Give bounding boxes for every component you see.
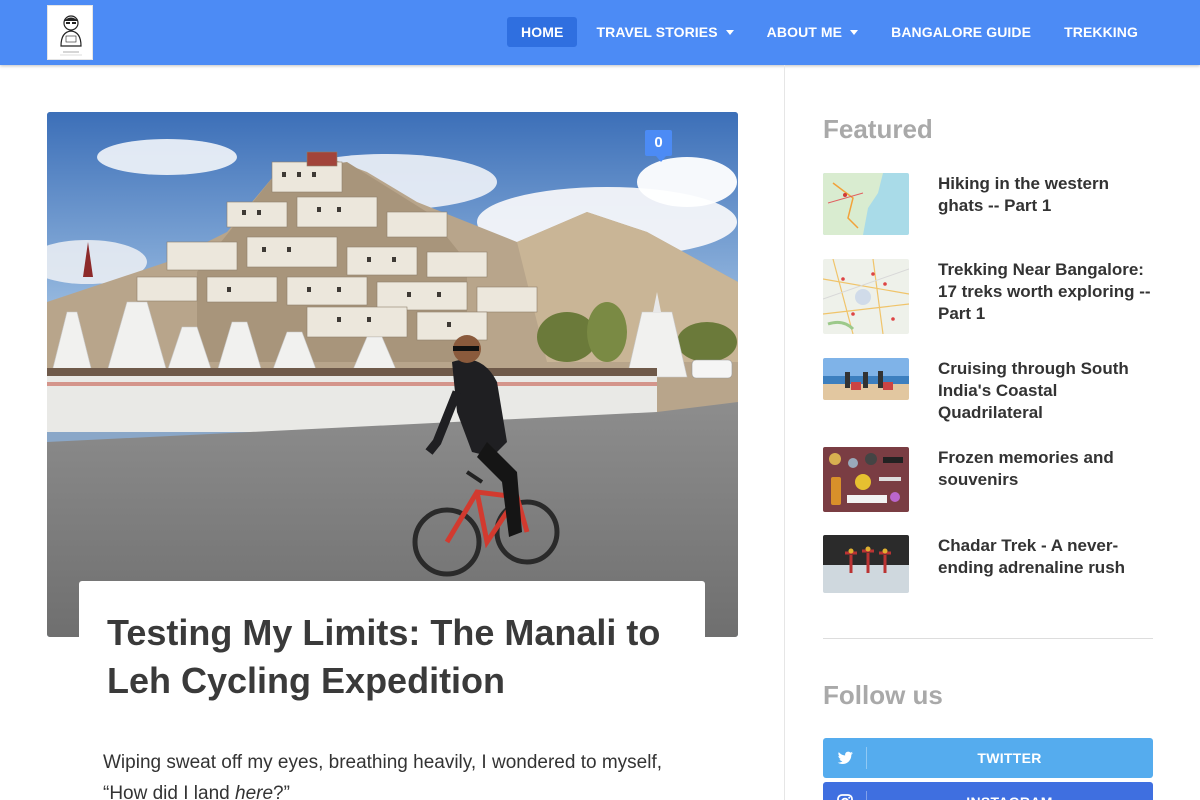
nav-bangalore-guide[interactable]: BANGALORE GUIDE <box>877 17 1045 47</box>
site-logo[interactable] <box>47 5 93 60</box>
nav-bangalore-guide-label: BANGALORE GUIDE <box>891 24 1032 40</box>
nav-travel-stories-label: TRAVEL STORIES <box>596 24 718 40</box>
nav-about-me[interactable]: ABOUT ME <box>753 17 872 47</box>
ice-thumbnail <box>823 535 909 593</box>
sidebar-divider <box>823 638 1153 639</box>
excerpt-end: ?” <box>273 783 290 800</box>
map-thumbnail <box>823 259 909 334</box>
follow-heading: Follow us <box>823 680 943 710</box>
featured-item[interactable]: Cruising through South India's Coastal Q… <box>823 358 1129 422</box>
featured-item-title: Hiking in the western ghats -- Part 1 <box>938 174 1109 215</box>
featured-item[interactable]: Chadar Trek - A never-ending adrenaline … <box>823 535 1125 593</box>
comment-count-badge[interactable]: 0 <box>645 130 672 162</box>
instagram-icon <box>837 794 853 800</box>
site-header: HOME TRAVEL STORIES ABOUT ME BANGALORE G… <box>0 0 1200 65</box>
featured-item-title: Trekking Near Bangalore: 17 treks worth … <box>938 260 1151 323</box>
main-nav: HOME TRAVEL STORIES ABOUT ME BANGALORE G… <box>502 17 1152 47</box>
souvenirs-thumbnail <box>823 447 909 512</box>
nav-about-me-label: ABOUT ME <box>766 24 843 40</box>
excerpt-emphasis: here <box>235 783 274 800</box>
map-thumbnail <box>823 173 909 235</box>
featured-heading: Featured <box>823 114 933 144</box>
twitter-button[interactable]: TWITTER <box>823 738 1153 778</box>
column-divider <box>784 65 785 800</box>
main-content: 0 Testing My Limits: The Manali to Leh C… <box>0 65 784 800</box>
nav-trekking[interactable]: TREKKING <box>1050 17 1152 47</box>
nav-home-label: HOME <box>521 24 564 40</box>
twitter-icon <box>837 751 853 764</box>
nav-home[interactable]: HOME <box>507 17 578 47</box>
featured-item-title: Frozen memories and souvenirs <box>938 448 1114 489</box>
featured-item[interactable]: Frozen memories and souvenirs <box>823 447 1114 512</box>
post-excerpt: Wiping sweat off my eyes, breathing heav… <box>103 747 703 800</box>
featured-item[interactable]: Trekking Near Bangalore: 17 treks worth … <box>823 259 1151 334</box>
twitter-label: TWITTER <box>977 750 1042 766</box>
instagram-label: INSTAGRAM <box>866 782 1153 800</box>
featured-image[interactable] <box>47 112 738 637</box>
instagram-button[interactable]: INSTAGRAM <box>823 782 1153 800</box>
avatar-logo-icon <box>48 6 92 59</box>
nav-trekking-label: TREKKING <box>1064 24 1138 40</box>
hero-photo <box>47 112 738 637</box>
post-title-card: Testing My Limits: The Manali to Leh Cyc… <box>79 581 705 731</box>
featured-item[interactable]: Hiking in the western ghats -- Part 1 <box>823 173 1109 235</box>
comment-count: 0 <box>654 134 663 151</box>
nav-travel-stories[interactable]: TRAVEL STORIES <box>582 17 747 47</box>
caret-down-icon <box>850 29 859 35</box>
excerpt-text: Wiping sweat off my eyes, breathing heav… <box>103 752 663 800</box>
beach-thumbnail <box>823 358 909 400</box>
post-title[interactable]: Testing My Limits: The Manali to Leh Cyc… <box>107 609 677 705</box>
featured-item-title: Chadar Trek - A never-ending adrenaline … <box>938 536 1126 577</box>
caret-down-icon <box>725 29 734 35</box>
featured-item-title: Cruising through South India's Coastal Q… <box>938 359 1129 422</box>
